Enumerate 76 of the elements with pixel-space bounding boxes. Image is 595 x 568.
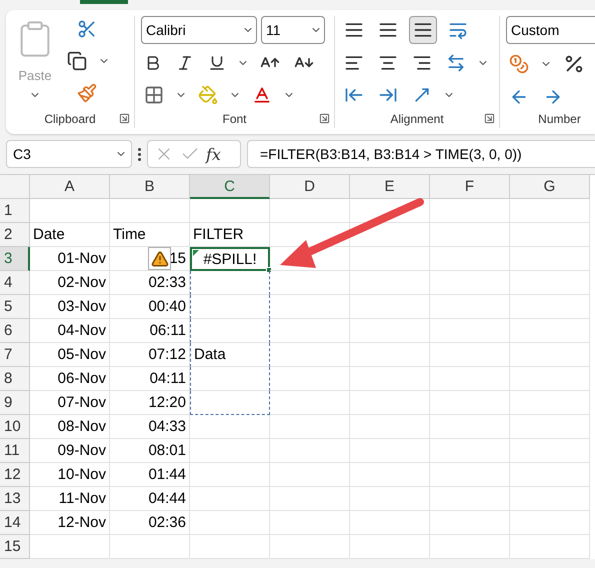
table-cell[interactable]: 07-Nov <box>30 391 110 415</box>
table-cell[interactable]: 07:12 <box>110 343 190 367</box>
number-group-label: Number <box>538 112 581 128</box>
warning-button[interactable] <box>148 247 171 270</box>
row-header[interactable]: 14 <box>0 511 30 535</box>
table-cell[interactable]: 03-Nov <box>30 295 110 319</box>
active-tab-indicator <box>80 0 128 4</box>
row-header[interactable]: 12 <box>0 463 30 487</box>
table-cell[interactable]: 04-Nov <box>30 319 110 343</box>
row-header[interactable]: 5 <box>0 295 30 319</box>
font-group-label: Font <box>222 112 246 128</box>
insert-function-button[interactable]: fx <box>206 144 221 164</box>
formula-field[interactable]: =FILTER(B3:B14, B3:B14 > TIME(3, 0, 0)) <box>247 140 595 168</box>
table-cell[interactable]: 11-Nov <box>30 487 110 511</box>
error-indicator-icon <box>193 250 199 256</box>
active-cell[interactable]: #SPILL! <box>190 247 270 271</box>
table-cell[interactable]: 09-Nov <box>30 439 110 463</box>
alignment-group-label: Alignment <box>390 112 444 128</box>
row-header[interactable]: 2 <box>0 223 30 247</box>
cell-text: #SPILL! <box>203 250 257 268</box>
table-cell[interactable]: 06:11 <box>110 319 190 343</box>
number-format-dropdown[interactable]: Custom <box>506 16 595 44</box>
row-header[interactable]: 9 <box>0 391 30 415</box>
column-header[interactable]: B <box>110 175 190 199</box>
table-cell[interactable]: 15 <box>110 247 190 271</box>
row-header[interactable]: 15 <box>0 535 30 559</box>
column-header[interactable]: C <box>190 175 270 199</box>
align-bottom-icon[interactable] <box>409 16 437 44</box>
table-cell[interactable]: 12-Nov <box>30 511 110 535</box>
row-header[interactable]: 1 <box>0 199 30 223</box>
table-cell[interactable] <box>190 391 270 415</box>
table-cell[interactable] <box>190 319 270 343</box>
column-header[interactable]: G <box>510 175 590 199</box>
table-cell[interactable]: 12:20 <box>110 391 190 415</box>
row-header[interactable]: 7 <box>0 343 30 367</box>
table-cell[interactable]: 02-Nov <box>30 271 110 295</box>
table-cell[interactable]: Date <box>30 223 110 247</box>
table-cell[interactable] <box>190 367 270 391</box>
table-cell[interactable]: FILTER <box>190 223 270 247</box>
table-cell[interactable]: 00:40 <box>110 295 190 319</box>
column-header[interactable]: E <box>350 175 430 199</box>
column-header[interactable]: F <box>430 175 510 199</box>
dialog-launcher-icon[interactable] <box>484 113 495 124</box>
table-cell[interactable]: Data <box>190 343 270 367</box>
row-header[interactable]: 10 <box>0 415 30 439</box>
table-cell[interactable]: 04:11 <box>110 367 190 391</box>
table-cell[interactable] <box>190 271 270 295</box>
row-header[interactable]: 11 <box>0 439 30 463</box>
row-header[interactable]: 8 <box>0 367 30 391</box>
clipboard-group-label: Clipboard <box>44 112 96 128</box>
table-cell[interactable]: 04:33 <box>110 415 190 439</box>
dialog-launcher-icon[interactable] <box>319 113 330 124</box>
table-cell[interactable]: 02:33 <box>110 271 190 295</box>
column-header[interactable]: D <box>270 175 350 199</box>
table-cell[interactable]: 04:44 <box>110 487 190 511</box>
table-cell[interactable]: 10-Nov <box>30 463 110 487</box>
dialog-launcher-icon[interactable] <box>119 113 130 124</box>
table-cell[interactable] <box>190 295 270 319</box>
row-header[interactable]: 4 <box>0 271 30 295</box>
table-cell[interactable]: 08-Nov <box>30 415 110 439</box>
row-header[interactable]: 6 <box>0 319 30 343</box>
font-size-dropdown[interactable]: 11 <box>261 16 325 44</box>
row-header[interactable]: 13 <box>0 487 30 511</box>
name-box[interactable]: C3 <box>6 140 132 168</box>
table-cell[interactable]: 05-Nov <box>30 343 110 367</box>
table-cell[interactable]: 08:01 <box>110 439 190 463</box>
column-header[interactable]: A <box>30 175 110 199</box>
table-cell[interactable]: 06-Nov <box>30 367 110 391</box>
table-cell[interactable]: 02:36 <box>110 511 190 535</box>
font-name-dropdown[interactable]: Calibri <box>141 16 257 44</box>
more-options-icon[interactable] <box>138 148 141 160</box>
row-header[interactable]: 3 <box>0 247 30 271</box>
cell-text: 15 <box>169 250 186 267</box>
table-cell[interactable]: 01-Nov <box>30 247 110 271</box>
table-cell[interactable]: 01:44 <box>110 463 190 487</box>
select-all-corner[interactable] <box>0 175 30 199</box>
